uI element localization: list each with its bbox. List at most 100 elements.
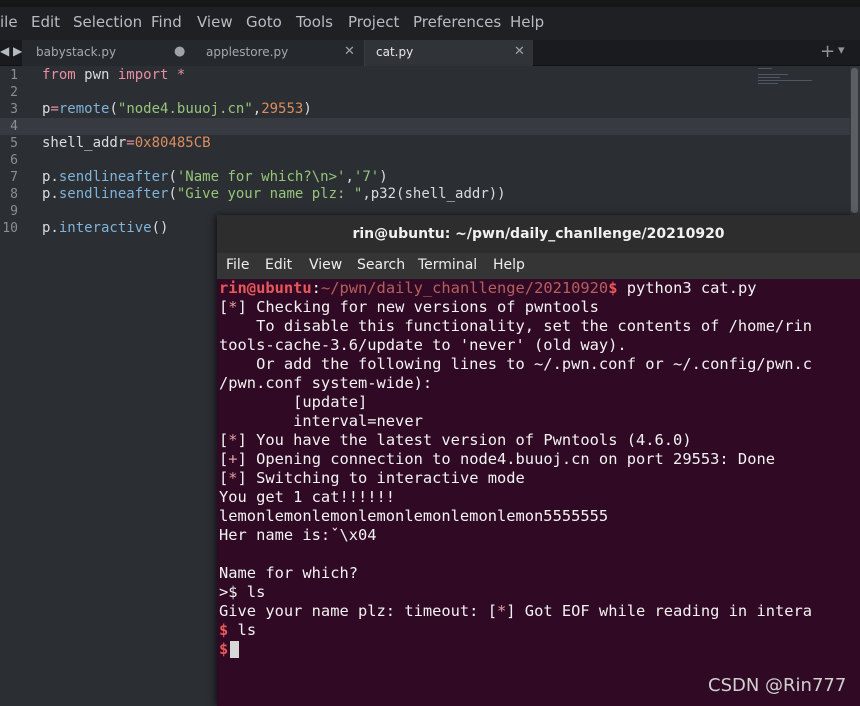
punct: ( xyxy=(168,186,177,202)
menu-edit[interactable]: Edit xyxy=(31,13,60,31)
string-literal: "node4.buuoj.cn" xyxy=(117,101,253,117)
punct: , xyxy=(345,169,354,185)
terminal-menu-help[interactable]: Help xyxy=(493,257,525,273)
punct: ( xyxy=(109,101,118,117)
operator: = xyxy=(50,101,59,117)
module-name: pwn xyxy=(75,67,118,83)
identifier: p. xyxy=(42,220,59,236)
tab-label: cat.py xyxy=(376,45,414,59)
terminal-line: Give your name plz: timeout: [*] Got EOF… xyxy=(219,602,812,620)
menu-view[interactable]: View xyxy=(197,13,233,31)
line-text: ] Got EOF while reading in intera xyxy=(506,602,813,620)
terminal-menu-view[interactable]: View xyxy=(309,257,342,273)
code-line-8: p.sendlineafter("Give your name plz: ",p… xyxy=(42,186,506,202)
scrollbar-thumb[interactable] xyxy=(851,68,858,213)
terminal-line: Her name is:ˇ\x04 xyxy=(219,526,377,544)
chevron-down-icon[interactable]: ▾ xyxy=(838,43,845,58)
close-icon[interactable]: ✕ xyxy=(514,44,525,59)
terminal-line: interval=never xyxy=(219,412,423,430)
string-literal: '7' xyxy=(353,169,380,185)
punct: () xyxy=(151,220,169,236)
menu-preferences[interactable]: Preferences xyxy=(413,13,501,31)
bracket: [ xyxy=(219,298,229,316)
current-line-highlight xyxy=(0,118,860,135)
tab-applestore[interactable]: applestore.py ✕ xyxy=(194,40,364,66)
tab-cat[interactable]: cat.py ✕ xyxy=(365,40,533,66)
command-text: ls xyxy=(228,621,257,639)
line-number: 8 xyxy=(10,187,18,202)
number-literal: 0x80485CB xyxy=(134,135,211,151)
unsaved-dot-icon[interactable]: ● xyxy=(174,44,185,59)
terminal-menu-file[interactable]: File xyxy=(226,257,249,273)
code-rest: ,p32(shell_addr)) xyxy=(362,186,506,202)
prompt-user: rin@ubuntu xyxy=(219,279,312,297)
minimap[interactable] xyxy=(758,68,818,98)
menu-help[interactable]: Help xyxy=(510,13,544,31)
terminal-line: [*] Checking for new versions of pwntool… xyxy=(219,298,599,316)
function-name: interactive xyxy=(58,220,152,236)
string-literal: 'Name for which?\n>' xyxy=(176,169,346,185)
menu-selection[interactable]: Selection xyxy=(73,13,142,31)
tab-label: babystack.py xyxy=(36,45,117,59)
terminal-line: $ ls xyxy=(219,621,256,639)
number-literal: 29553 xyxy=(261,101,304,117)
new-tab-icon[interactable]: + xyxy=(820,41,835,62)
keyword: import xyxy=(117,67,169,83)
terminal-line: You get 1 cat!!!!!! xyxy=(219,488,396,506)
watermark: CSDN @Rin777 xyxy=(708,675,847,696)
line-text: ] You have the latest version of Pwntool… xyxy=(237,431,692,449)
status-mark: * xyxy=(228,431,238,449)
bracket: [ xyxy=(219,469,229,487)
line-number: 10 xyxy=(2,221,18,236)
editor-tabbar: ◀ ▶ babystack.py ● applestore.py ✕ cat.p… xyxy=(0,40,860,66)
bracket: [ xyxy=(219,450,229,468)
menu-file[interactable]: ile xyxy=(0,13,18,31)
identifier: p. xyxy=(42,169,59,185)
terminal-line: Or add the following lines to ~/.pwn.con… xyxy=(219,355,813,373)
terminal-line: >$ ls xyxy=(219,583,266,601)
menu-project[interactable]: Project xyxy=(348,13,399,31)
code-line-7: p.sendlineafter('Name for which?\n>','7'… xyxy=(42,169,388,185)
menu-goto[interactable]: Goto xyxy=(246,13,282,31)
prompt-dollar: $ xyxy=(219,640,229,658)
terminal-menu-search[interactable]: Search xyxy=(357,257,405,273)
menu-tools[interactable]: Tools xyxy=(296,13,333,31)
keyword: from xyxy=(42,67,76,83)
line-number: 2 xyxy=(10,85,18,100)
function-name: sendlineafter xyxy=(58,169,169,185)
terminal-line: lemonlemonlemonlemonlemonlemonlemon55555… xyxy=(219,507,609,525)
terminal-line: [*] You have the latest version of Pwnto… xyxy=(219,431,692,449)
terminal-line: /pwn.conf system-wide): xyxy=(219,374,433,392)
punct: ) xyxy=(303,101,312,117)
terminal-line: tools-cache-3.6/update to 'never' (old w… xyxy=(219,336,627,354)
terminal-line: rin@ubuntu:~/pwn/daily_chanllenge/202109… xyxy=(219,279,756,297)
terminal-output[interactable]: rin@ubuntu:~/pwn/daily_chanllenge/202109… xyxy=(217,279,860,706)
line-text: ] Opening connection to node4.buuoj.cn o… xyxy=(237,450,775,468)
tab-babystack[interactable]: babystack.py ● xyxy=(22,40,194,66)
function-name: sendlineafter xyxy=(58,186,169,202)
tab-label: applestore.py xyxy=(206,45,289,59)
terminal-menu-terminal[interactable]: Terminal xyxy=(418,257,477,273)
prompt-dollar: $ xyxy=(219,621,229,639)
line-number: 5 xyxy=(10,136,18,151)
close-icon[interactable]: ✕ xyxy=(344,44,355,59)
terminal-menu-edit[interactable]: Edit xyxy=(265,257,292,273)
identifier: shell_addr xyxy=(42,135,127,151)
tab-scroll-arrows-icon[interactable]: ◀ ▶ xyxy=(0,44,22,58)
code-line-1: from pwn import * xyxy=(42,67,185,83)
status-mark: * xyxy=(228,469,238,487)
line-number: 1 xyxy=(10,68,18,83)
terminal-line: [*] Switching to interactive mode xyxy=(219,469,525,487)
prompt-colon: : xyxy=(311,279,321,297)
terminal-window: rin@ubuntu: ~/pwn/daily_chanllenge/20210… xyxy=(217,215,860,706)
line-number: 6 xyxy=(10,153,18,168)
line-number: 3 xyxy=(10,102,18,117)
menu-find[interactable]: Find xyxy=(151,13,182,31)
text-cursor xyxy=(230,641,240,658)
command-text: python3 cat.py xyxy=(617,279,757,297)
status-mark: + xyxy=(228,450,238,468)
terminal-line: [update] xyxy=(219,393,368,411)
punct: ) xyxy=(379,169,388,185)
function-name: remote xyxy=(58,101,110,117)
terminal-menubar: File Edit View Search Terminal Help xyxy=(217,253,860,279)
